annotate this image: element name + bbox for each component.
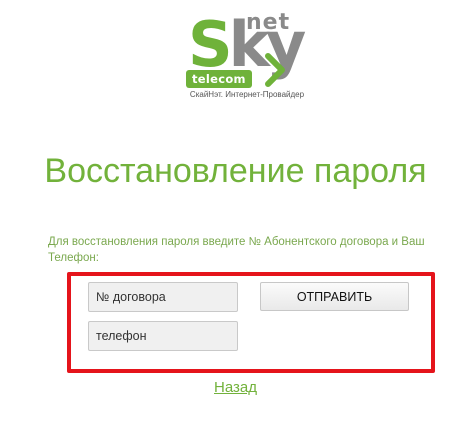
submit-button[interactable]: ОТПРАВИТЬ: [260, 282, 409, 311]
logo-swoosh-icon: [265, 53, 285, 87]
instructions-text: Для восстановления пароля введите № Абон…: [48, 236, 425, 264]
skynet-logo: Sky net telecom: [180, 8, 320, 102]
logo-telecom-badge: telecom: [186, 70, 252, 88]
page-title: Восстановление пароля: [44, 152, 427, 190]
contract-number-input[interactable]: [88, 282, 238, 312]
logo-tagline: СкайНэт. Интернет-Провайдер: [189, 90, 305, 99]
back-link[interactable]: Назад: [0, 379, 471, 396]
logo-net-text: net: [246, 10, 291, 35]
phone-input[interactable]: [88, 321, 238, 351]
